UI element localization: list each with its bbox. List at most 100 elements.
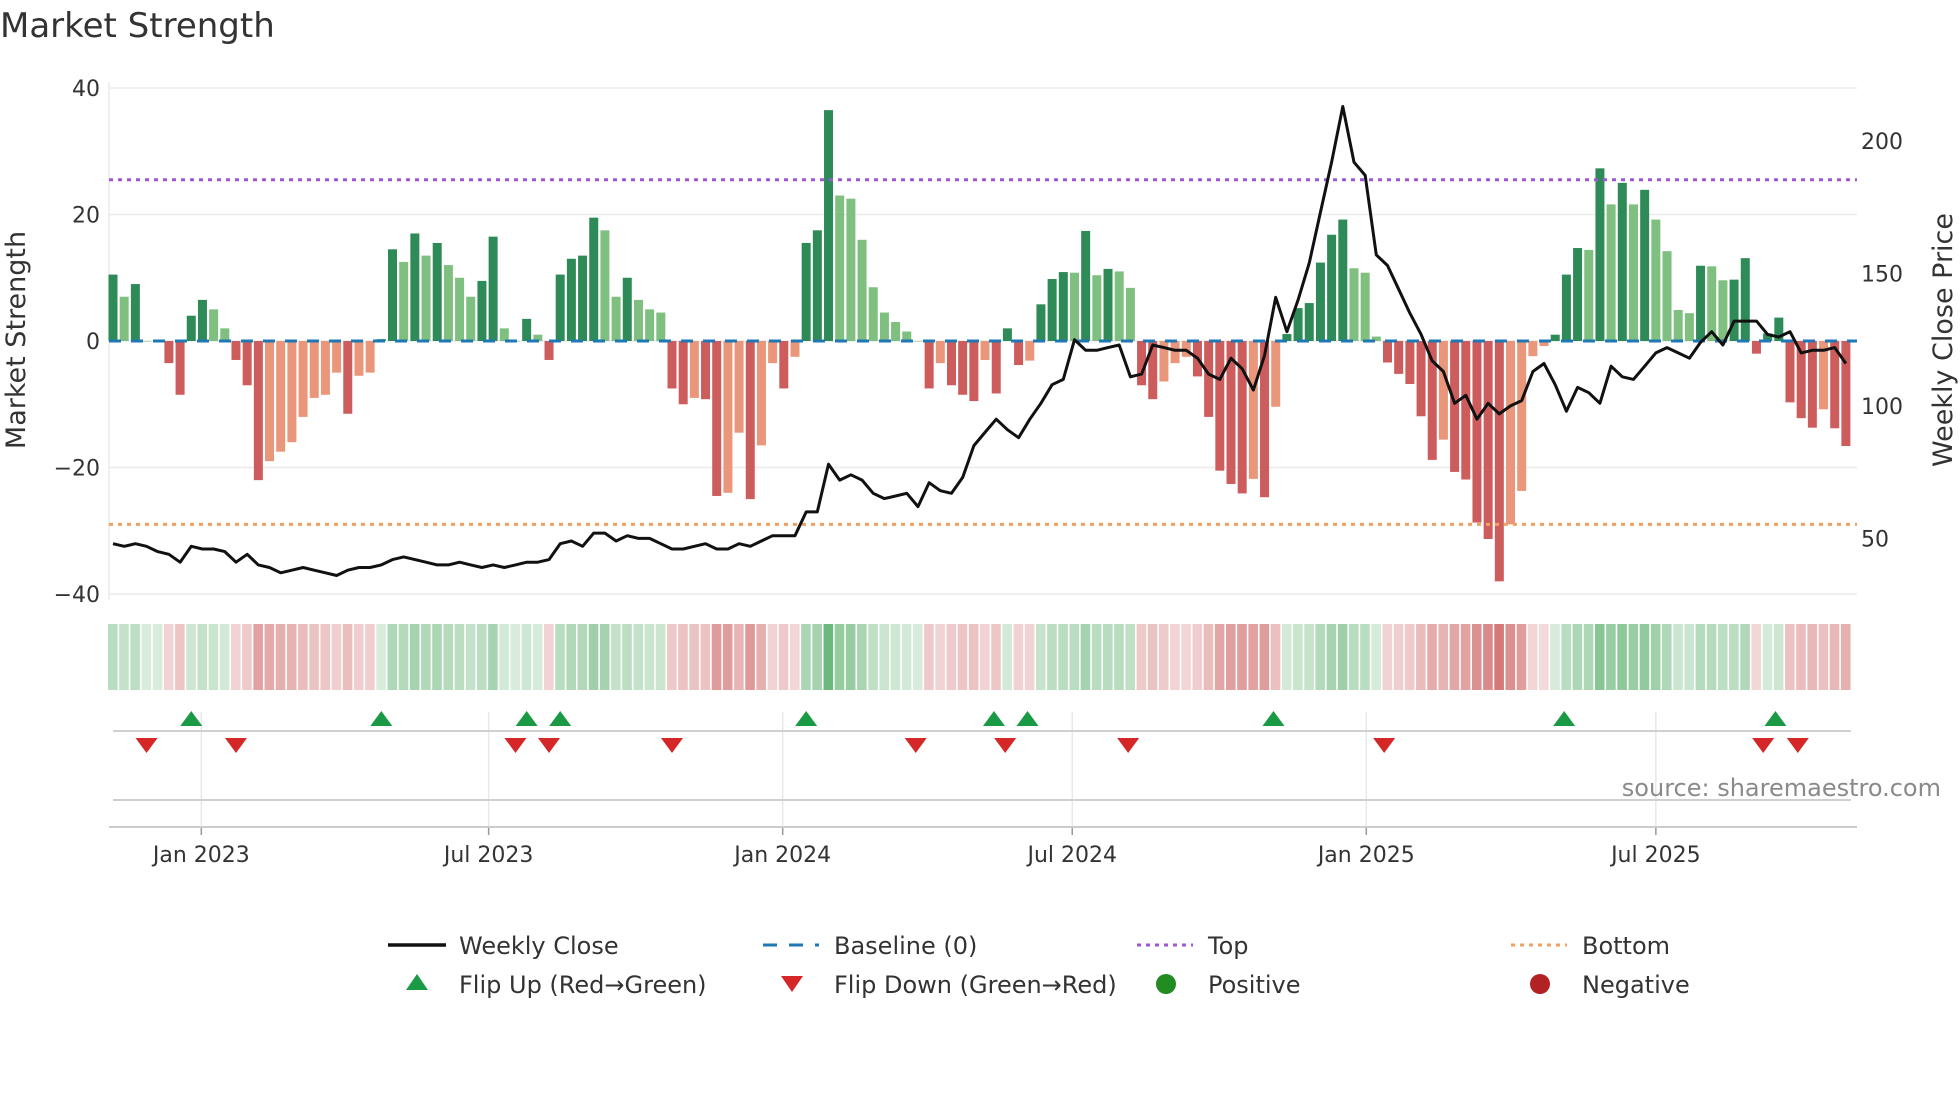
strength-heat-cell: [1762, 624, 1773, 690]
strength-heat-cell: [1617, 624, 1627, 690]
strength-heat-cell: [1539, 624, 1549, 690]
strength-heat-cell: [353, 624, 364, 690]
flip-up-marker: [549, 711, 572, 726]
strength-bar: [1327, 234, 1337, 341]
strength-heat-cell: [1091, 624, 1102, 690]
strength-heat-cell: [633, 624, 644, 690]
strength-heat-cell: [734, 624, 744, 690]
strength-heat-cell: [711, 624, 722, 690]
strength-bar: [1114, 271, 1124, 341]
strength-heat-cell: [130, 624, 140, 690]
strength-bar: [354, 341, 364, 376]
strength-heat-cell: [320, 624, 331, 690]
x-tick-label: Jan 2023: [151, 843, 250, 868]
strength-heat-cell: [577, 624, 588, 690]
strength-bar: [455, 277, 465, 341]
flip-down-marker: [1752, 738, 1775, 753]
legend-label: Positive: [1208, 971, 1301, 999]
strength-heat-cell: [1248, 624, 1258, 690]
strength-heat-cell: [219, 624, 230, 690]
strength-heat-cell: [1527, 624, 1538, 690]
strength-heat-cell: [789, 624, 800, 690]
y2-tick-label: 150: [1861, 262, 1903, 287]
strength-bar: [835, 195, 845, 341]
strength-heat-cell: [1237, 624, 1247, 690]
strength-bar: [466, 296, 476, 341]
flip-down-marker: [1373, 738, 1396, 753]
strength-heat-cell: [935, 624, 945, 690]
strength-heat-cell: [1807, 624, 1817, 690]
strength-bar: [600, 230, 610, 341]
flip-up-marker: [1764, 711, 1787, 726]
strength-bar: [589, 217, 599, 341]
strength-bar: [1315, 262, 1325, 341]
strength-bar: [701, 341, 711, 400]
strength-heat-cell: [476, 624, 487, 690]
strength-bar: [1684, 313, 1694, 341]
strength-bar: [689, 341, 699, 398]
y-tick-label: 20: [72, 204, 100, 229]
strength-heat-cell: [1650, 624, 1661, 690]
strength-heat-cell: [1740, 624, 1750, 690]
strength-heat-cell: [812, 624, 822, 690]
strength-heat-cell: [1460, 624, 1471, 690]
strength-bar: [1807, 341, 1817, 428]
strength-bar: [868, 287, 878, 341]
flip-up-marker: [982, 711, 1005, 726]
legend-label: Baseline (0): [834, 932, 977, 960]
strength-heat-cell: [1796, 624, 1806, 690]
strength-heat-cell: [1494, 624, 1504, 690]
strength-heat-cell: [1259, 624, 1270, 690]
x-tick-label: Jan 2024: [732, 843, 831, 868]
strength-bar: [1729, 279, 1739, 341]
strength-bar: [1383, 341, 1393, 363]
flip-down-marker: [1786, 738, 1809, 753]
y-axis-label: Market Strength: [1, 231, 32, 449]
strength-heat-cell: [1717, 624, 1728, 690]
legend-label: Flip Down (Green→Red): [834, 971, 1117, 999]
legend-label: Negative: [1582, 971, 1690, 999]
strength-bar: [1081, 230, 1091, 341]
strength-heat-cell: [1147, 624, 1158, 690]
strength-bar: [1394, 341, 1404, 374]
market-strength-chart: 40200−20−4020015010050Jan 2023 Jul 2023 Ja…: [1, 77, 1959, 999]
strength-bar: [969, 341, 979, 402]
strength-bar: [309, 341, 319, 398]
strength-bar: [209, 309, 219, 341]
strength-heat-cell: [1170, 624, 1180, 690]
strength-bar: [812, 230, 822, 341]
strength-heat-cell: [1729, 624, 1739, 690]
strength-bar: [891, 322, 901, 341]
strength-bar: [846, 198, 856, 341]
strength-heat-cell: [845, 624, 856, 690]
strength-heat-cell: [1785, 624, 1795, 690]
strength-heat-cell: [298, 624, 308, 690]
strength-heat-cell: [1505, 624, 1516, 690]
strength-heat-cell: [991, 624, 1001, 690]
strength-heat-cell: [667, 624, 677, 690]
strength-heat-cell: [1315, 624, 1326, 690]
strength-heat-cell: [1013, 624, 1024, 690]
strength-bar: [130, 284, 140, 341]
strength-heat-cell: [1427, 624, 1437, 690]
strength-heat-cell: [857, 624, 867, 690]
strength-bar: [410, 233, 420, 341]
strength-heat-cell: [1080, 624, 1091, 690]
x-tick-label: Jan 2025: [1316, 843, 1415, 868]
strength-bar: [1438, 341, 1448, 440]
strength-bar: [555, 274, 565, 341]
strength-bar: [1494, 341, 1504, 582]
strength-bar: [1550, 334, 1560, 341]
strength-heat-cell: [432, 624, 442, 690]
strength-bar: [924, 341, 934, 389]
strength-bar: [1349, 268, 1359, 341]
strength-bar: [756, 341, 766, 446]
strength-bar: [231, 341, 241, 360]
strength-heat-cell: [465, 624, 476, 690]
strength-heat-cell: [242, 624, 252, 690]
strength-heat-cell: [1293, 624, 1303, 690]
strength-bar: [1092, 275, 1102, 341]
strength-heat-cell: [499, 624, 509, 690]
strength-heat-cell: [1628, 624, 1639, 690]
strength-bar: [991, 341, 1001, 394]
